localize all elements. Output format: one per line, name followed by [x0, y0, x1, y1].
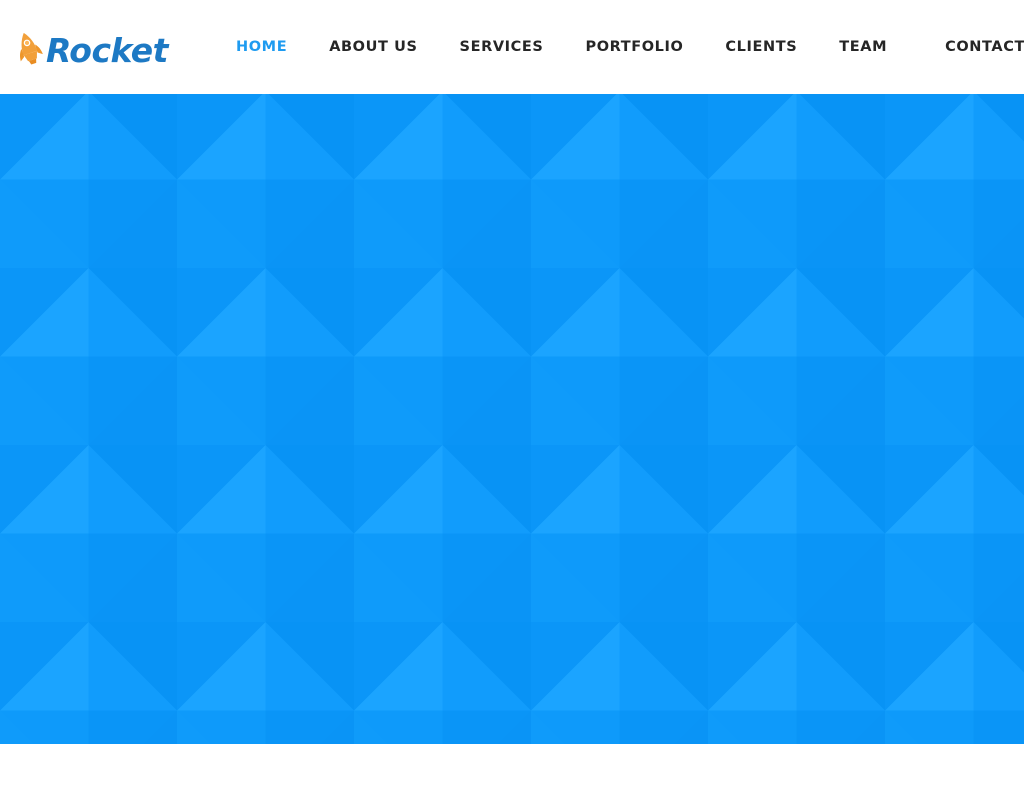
nav-link-home[interactable]: HOME: [236, 34, 287, 61]
nav-item-about-us[interactable]: ABOUT US: [329, 34, 417, 61]
nav-link-contact[interactable]: CONTACT: [945, 34, 1024, 61]
nav-link-portfolio[interactable]: PORTFOLIO: [585, 34, 683, 61]
nav-item-team[interactable]: TEAM: [839, 34, 887, 61]
nav-item-clients[interactable]: CLIENTS: [725, 34, 797, 61]
site-header: Rocket HOME ABOUT US SERVICES PORTFOLIO …: [0, 0, 1024, 94]
nav-item-services[interactable]: SERVICES: [460, 34, 544, 61]
hero-content: [0, 94, 1024, 744]
brand-wordmark: Rocket: [46, 30, 168, 70]
nav-item-home[interactable]: HOME: [236, 34, 287, 61]
main-navigation: HOME ABOUT US SERVICES PORTFOLIO CLIENTS…: [236, 0, 1024, 94]
below-hero-whitespace: [0, 744, 1024, 800]
nav-link-about-us[interactable]: ABOUT US: [329, 34, 417, 61]
nav-link-team[interactable]: TEAM: [839, 34, 887, 61]
nav-item-portfolio[interactable]: PORTFOLIO: [585, 34, 683, 61]
nav-link-clients[interactable]: CLIENTS: [725, 34, 797, 61]
brand-logo-link[interactable]: Rocket: [14, 27, 168, 71]
page-root: Rocket HOME ABOUT US SERVICES PORTFOLIO …: [0, 0, 1024, 800]
rocket-icon: [14, 29, 44, 69]
nav-item-contact[interactable]: CONTACT: [945, 34, 1024, 61]
hero-banner: [0, 94, 1024, 744]
nav-link-services[interactable]: SERVICES: [460, 34, 544, 61]
